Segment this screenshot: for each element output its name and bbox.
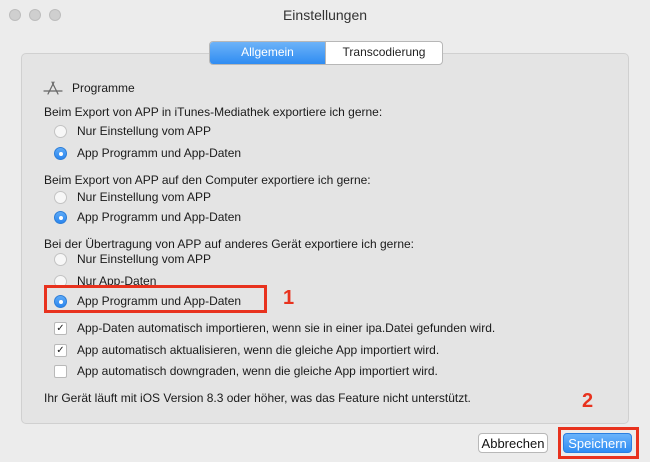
window-title: Einstellungen <box>282 7 368 23</box>
app-store-icon <box>43 81 63 95</box>
checkbox-label: App-Daten automatisch importieren, wenn … <box>77 321 496 335</box>
title-bar: Einstellungen <box>0 0 650 30</box>
radio-label: Nur Einstellung vom APP <box>77 190 212 204</box>
radio-label: Nur Einstellung vom APP <box>77 124 212 138</box>
cancel-button[interactable]: Abbrechen <box>478 433 548 453</box>
radio-device-settings-only[interactable] <box>54 253 67 266</box>
radio-itunes-app-and-data[interactable] <box>54 147 67 160</box>
tab-transcodierung[interactable]: Transcodierung <box>325 42 442 64</box>
tab-allgemein[interactable]: Allgemein <box>210 42 325 64</box>
radio-computer-settings-only[interactable] <box>54 191 67 204</box>
group-heading-device: Bei der Übertragung von APP auf anderes … <box>44 237 415 251</box>
tab-control: Allgemein Transcodierung <box>209 41 443 65</box>
checkbox-auto-update[interactable]: ✓ <box>54 344 67 357</box>
radio-itunes-settings-only[interactable] <box>54 125 67 138</box>
annotation-marker-1: 1 <box>283 287 295 309</box>
checkbox-auto-import[interactable]: ✓ <box>54 322 67 335</box>
section-title: Programme <box>72 81 135 95</box>
save-button[interactable]: Speichern <box>563 433 632 453</box>
group-heading-itunes: Beim Export von APP in iTunes-Mediathek … <box>44 105 383 119</box>
checkbox-auto-downgrade[interactable] <box>54 365 67 378</box>
checkbox-label: App automatisch aktualisieren, wenn die … <box>77 343 440 357</box>
section-header: Programme <box>42 80 135 96</box>
radio-label: App Programm und App-Daten <box>77 146 242 160</box>
radio-label: Nur Einstellung vom APP <box>77 252 212 266</box>
annotation-highlight-1 <box>44 285 267 313</box>
group-heading-computer: Beim Export von APP auf den Computer exp… <box>44 173 371 187</box>
annotation-marker-2: 2 <box>582 390 594 412</box>
radio-label: App Programm und App-Daten <box>77 210 242 224</box>
ios-version-note: Ihr Gerät läuft mit iOS Version 8.3 oder… <box>44 391 471 405</box>
radio-computer-app-and-data[interactable] <box>54 211 67 224</box>
checkbox-label: App automatisch downgraden, wenn die gle… <box>77 364 438 378</box>
